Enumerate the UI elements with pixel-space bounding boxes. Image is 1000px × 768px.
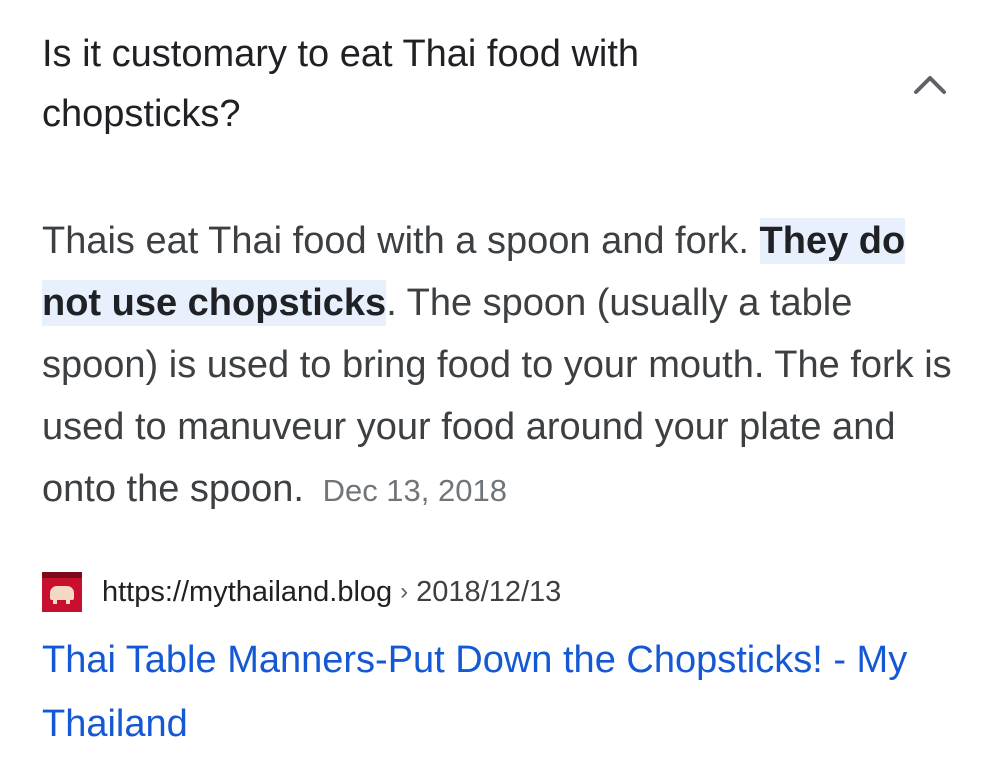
elephant-logo-icon[interactable] <box>42 572 82 612</box>
source-path[interactable]: 2018/12/13 <box>416 576 561 609</box>
breadcrumb-separator: › <box>400 578 409 605</box>
related-question[interactable]: Is it customary to eat Thai food with ch… <box>42 24 982 144</box>
answer-text-start: Thais eat Thai food with a spoon and for… <box>42 220 760 262</box>
answer-snippet: Thais eat Thai food with a spoon and for… <box>42 210 962 522</box>
answer-date: Dec 13, 2018 <box>322 473 507 508</box>
chevron-up-icon[interactable] <box>910 66 950 106</box>
source-url[interactable]: https://mythailand.blog <box>102 576 392 609</box>
question-text[interactable]: Is it customary to eat Thai food with ch… <box>42 24 802 144</box>
result-title-link[interactable]: Thai Table Manners-Put Down the Chopstic… <box>42 628 962 756</box>
source-row[interactable]: https://mythailand.blog › 2018/12/13 <box>42 570 962 614</box>
